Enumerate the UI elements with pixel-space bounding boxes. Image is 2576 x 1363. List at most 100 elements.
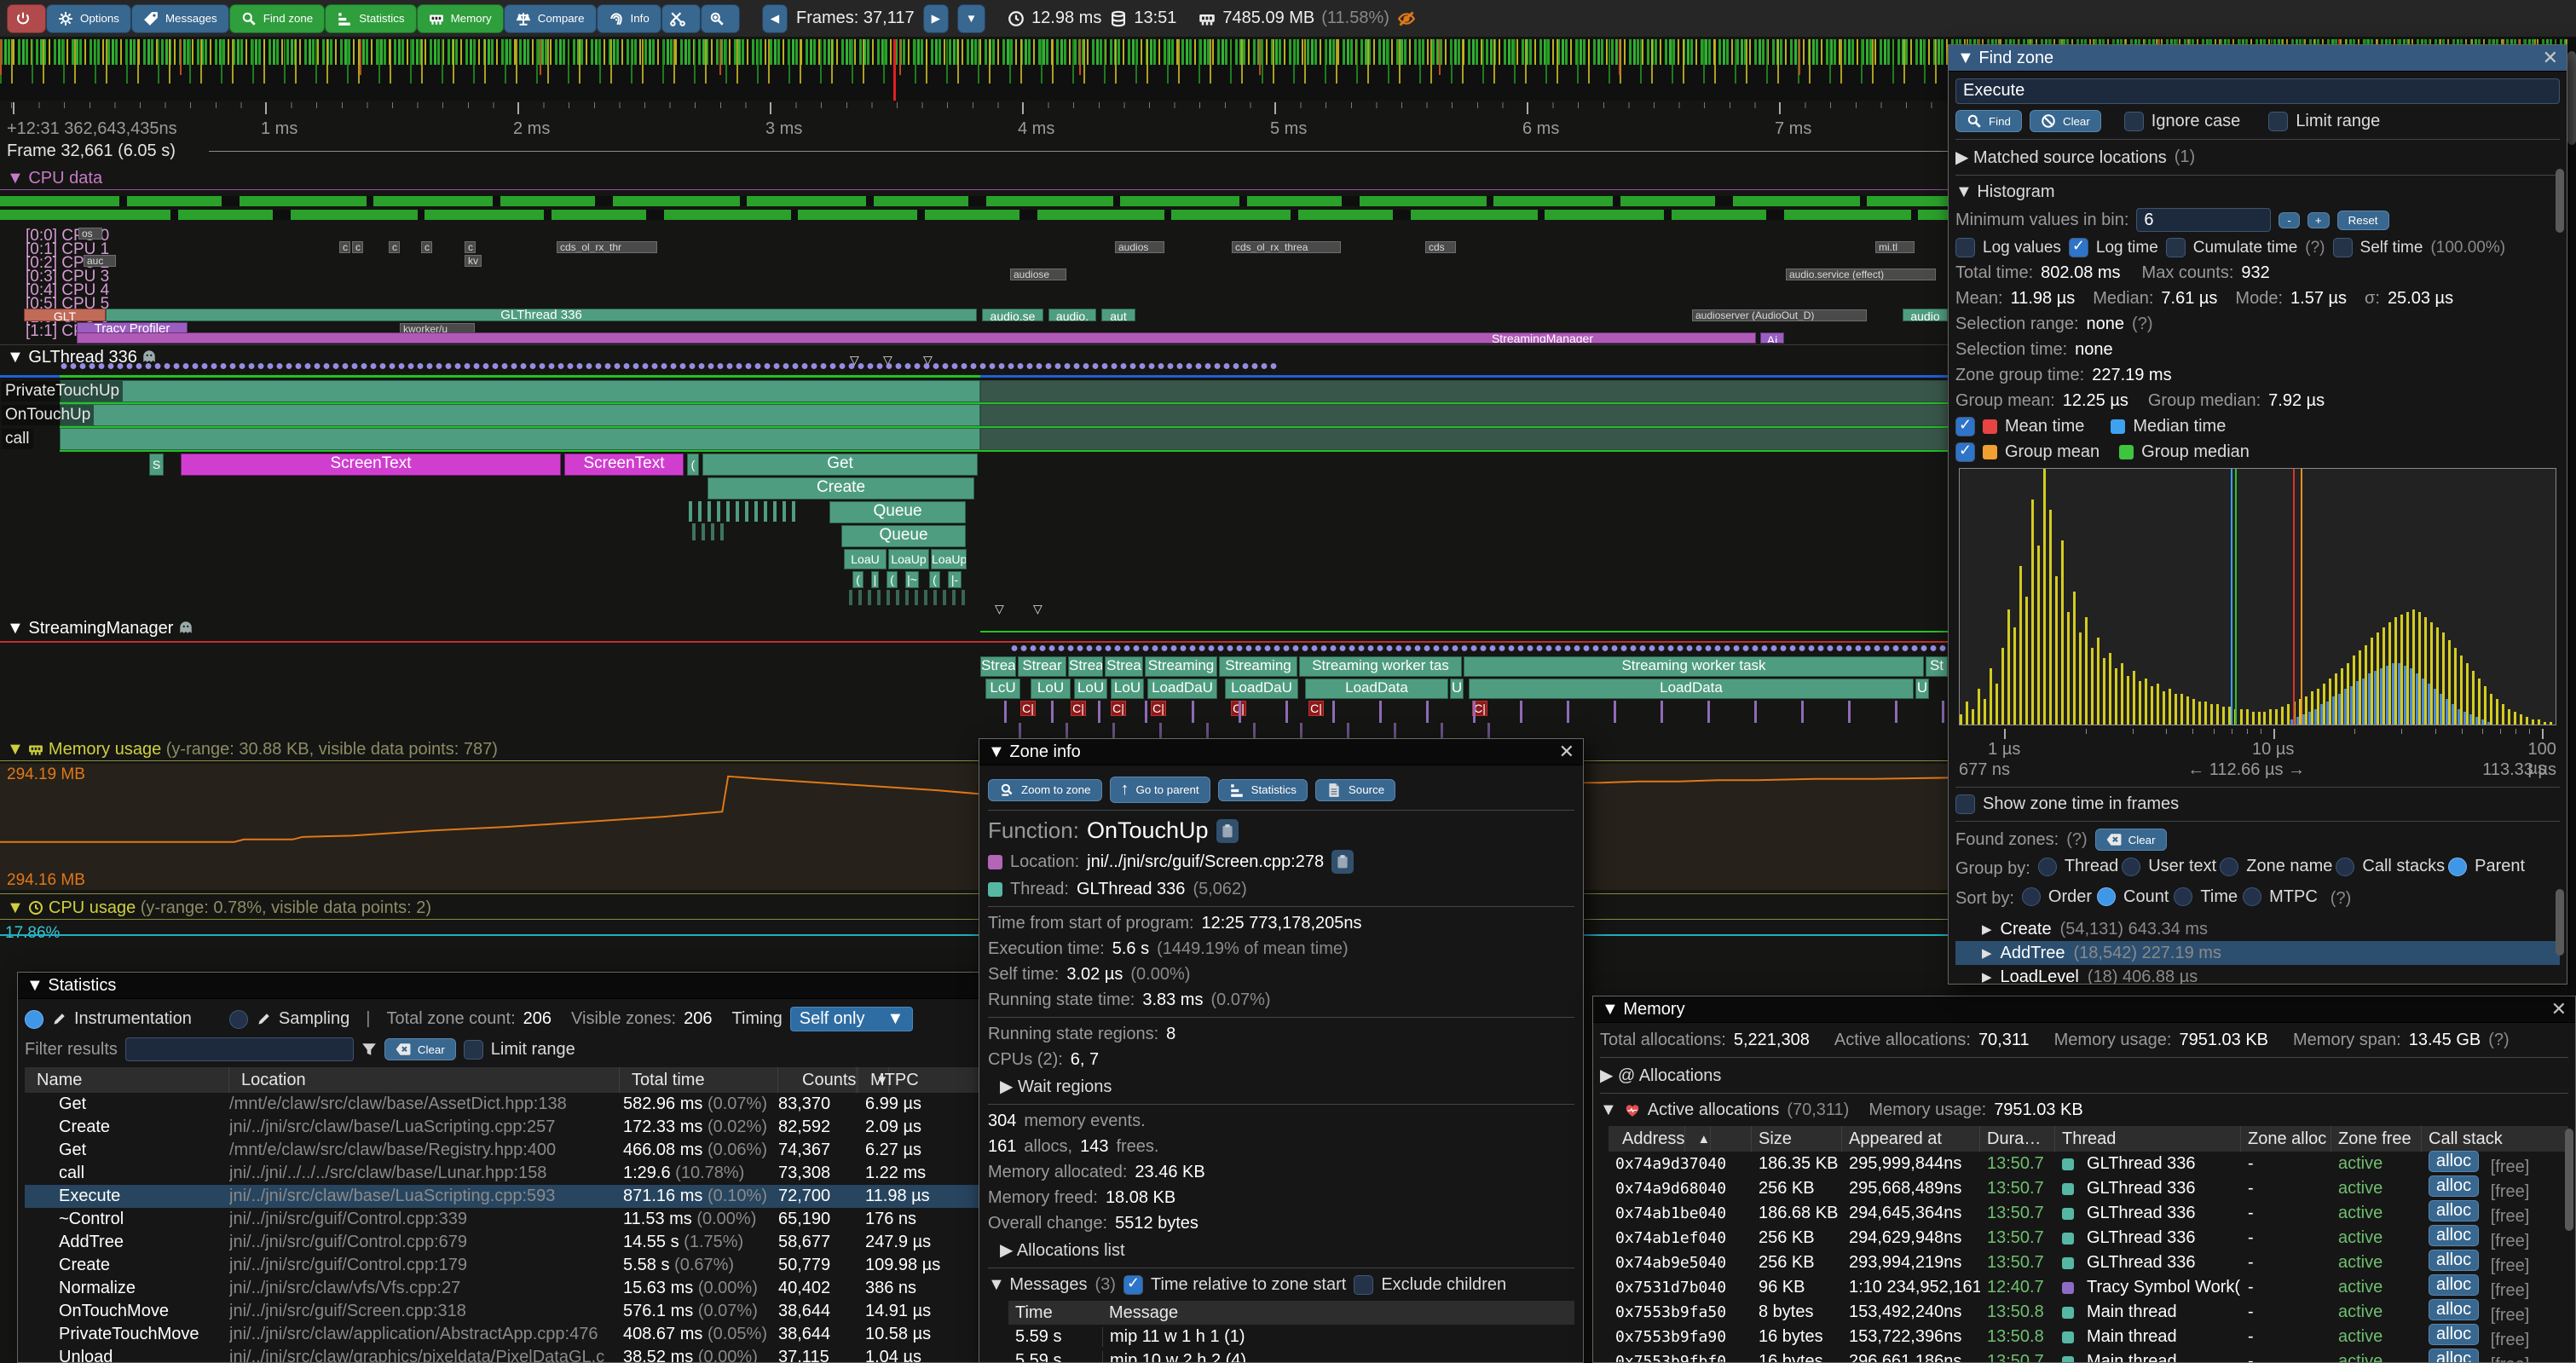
statistics-button[interactable]: Statistics xyxy=(1218,779,1308,801)
find-button[interactable]: Find xyxy=(1955,110,2022,132)
log-time-checkbox[interactable] xyxy=(2069,238,2088,257)
allocation-row[interactable]: 0x7531d7b040 96 KB 1:10 234,952,161 12:4… xyxy=(1609,1275,2568,1300)
zone-bar[interactable] xyxy=(60,404,980,426)
cpu-zone-chip[interactable]: auc xyxy=(84,255,116,267)
cpu-zone-bar[interactable]: GLT xyxy=(24,309,106,321)
cpu-usage-header[interactable]: ▼ CPU usage (y-range: 0.78%, visible dat… xyxy=(7,898,431,918)
zone-bar[interactable]: | xyxy=(871,571,879,588)
filter-input[interactable] xyxy=(125,1037,354,1061)
source-button[interactable]: Source xyxy=(1315,779,1395,801)
cpu-zone-chip[interactable]: c xyxy=(389,241,400,253)
memory-button[interactable]: Memory xyxy=(417,4,504,33)
AddTree[interactable]: AddTree jni/../jni/src/guif/Control.cpp:… xyxy=(25,1231,996,1254)
limit-range-checkbox[interactable] xyxy=(2268,112,2288,131)
~Control[interactable]: ~Control jni/../jni/src/guif/Control.cpp… xyxy=(25,1208,996,1231)
allocations-list-toggle[interactable]: ▶ Allocations list xyxy=(988,1239,1574,1261)
clear-button[interactable]: Clear xyxy=(2030,110,2101,132)
message-row[interactable]: 5.59 smip 11 w 1 h 1 (1) xyxy=(1008,1325,1574,1349)
memory-usage-plot[interactable] xyxy=(0,764,1952,890)
active-allocations-toggle[interactable]: ▼ Active allocations(70,311) Memory usag… xyxy=(1600,1100,2568,1120)
zone-bar[interactable]: |- xyxy=(948,571,962,588)
histogram-toggle[interactable]: ▼ Histogram xyxy=(1955,182,2560,202)
message-marker[interactable]: ▽ xyxy=(1033,602,1043,616)
cpu-zone-chip[interactable]: c xyxy=(421,241,432,253)
streaming-zone-bar[interactable]: U xyxy=(1915,679,1929,699)
Unload[interactable]: Unload jni/../jni/src/claw/graphics/pixe… xyxy=(25,1346,996,1363)
cpu-zone-bar[interactable]: StreamingManager xyxy=(77,332,1756,344)
sort-by-radio[interactable]: Count xyxy=(2097,887,2169,907)
Get[interactable]: Get /mnt/e/claw/src/claw/base/Registry.h… xyxy=(25,1139,996,1162)
statistics-button[interactable]: Statistics xyxy=(325,4,416,33)
matched-locations-toggle[interactable]: ▶ Matched source locations(1) xyxy=(1955,147,2560,168)
goto-frame-button[interactable]: ▼ xyxy=(957,4,985,33)
memory-usage-header[interactable]: ▼ Memory usage (y-range: 30.88 KB, visib… xyxy=(7,740,498,759)
next-frame-button[interactable]: ▶ xyxy=(923,4,949,33)
cpu-zone-chip[interactable]: audiose xyxy=(1010,269,1066,280)
OnTouchMove[interactable]: OnTouchMove jni/../jni/src/guif/Screen.c… xyxy=(25,1300,996,1323)
core-activity-strip[interactable] xyxy=(0,210,1948,220)
alloc-zone-link[interactable]: alloc xyxy=(2429,1299,2479,1320)
memory-titlebar[interactable]: ▼ Memory✕ xyxy=(1593,996,2575,1023)
group-by-radio[interactable]: Parent xyxy=(2448,857,2525,876)
Create[interactable]: Create jni/../jni/src/claw/base/LuaScrip… xyxy=(25,1116,996,1139)
zone-bar[interactable]: ( xyxy=(887,571,898,588)
reset-button[interactable]: Reset xyxy=(2337,211,2389,230)
decrease-button[interactable]: - xyxy=(2279,212,2299,228)
timing-dropdown[interactable]: Self only▼ xyxy=(790,1007,914,1031)
exclude-children-checkbox[interactable] xyxy=(1354,1275,1373,1295)
zone-bar[interactable]: Get xyxy=(702,453,978,476)
zone-bar[interactable]: LoaUp xyxy=(888,549,929,569)
search-input[interactable]: Execute xyxy=(1955,78,2560,104)
call[interactable]: call jni/../jni/../../../src/claw/base/L… xyxy=(25,1162,996,1185)
streaming-zone-bar[interactable]: U xyxy=(1450,679,1464,699)
scrollbar[interactable] xyxy=(2556,169,2564,233)
statistics-titlebar[interactable]: ▼ Statistics✕ xyxy=(18,973,1002,999)
allocation-row[interactable]: 0x74a9d68040 256 KB 295,668,489ns 13:50.… xyxy=(1609,1176,2568,1201)
group-legend-checkbox[interactable] xyxy=(1955,442,1975,462)
streaming-zone-bar[interactable]: Strear xyxy=(1018,656,1066,677)
zone-bar[interactable]: ScreenText xyxy=(564,453,684,476)
clear-found-button[interactable]: Clear xyxy=(2095,829,2167,851)
message-row[interactable]: 5.59 smip 10 w 2 h 2 (4) xyxy=(1008,1349,1574,1363)
cpu-zone-chip[interactable]: mi.tl xyxy=(1875,241,1915,253)
ignore-case-checkbox[interactable] xyxy=(2124,112,2144,131)
Create[interactable]: ▶ Create (54,131) 643.34 ms xyxy=(1955,917,2560,941)
memory-table-header[interactable]: Address▲ Size Appeared at Dura… Thread Z… xyxy=(1609,1126,2568,1152)
compare-button[interactable]: Compare xyxy=(504,4,597,33)
Create[interactable]: Create jni/../jni/src/guif/Control.cpp:1… xyxy=(25,1254,996,1277)
zone-info-titlebar[interactable]: ▼ Zone info✕ xyxy=(979,739,1583,765)
go-to-parent-button[interactable]: ↑Go to parent xyxy=(1110,777,1210,803)
cpu-zone-chip[interactable]: cds_ol_rx_thr xyxy=(557,241,657,253)
allocation-row[interactable]: 0x74ab9e5040 256 KB 293,994,219ns 13:50.… xyxy=(1609,1250,2568,1275)
power-button[interactable] xyxy=(7,4,46,33)
clear-filter-button[interactable]: Clear xyxy=(384,1038,456,1060)
streaming-zone-bar[interactable]: LoadData xyxy=(1305,679,1448,699)
zone-bar[interactable]: S xyxy=(149,453,164,476)
alloc-zone-link[interactable]: alloc xyxy=(2429,1250,2479,1271)
alloc-zone-link[interactable]: alloc xyxy=(2429,1225,2479,1246)
streaming-zone-bar[interactable]: Streaming worker tas xyxy=(1299,656,1462,677)
streaming-zone-bar[interactable]: Strea xyxy=(1068,656,1103,677)
alloc-zone-link[interactable]: alloc xyxy=(2429,1200,2479,1222)
LoadLevel[interactable]: ▶ LoadLevel (18) 406.88 µs xyxy=(1955,965,2560,985)
mean-legend-checkbox[interactable] xyxy=(1955,417,1975,436)
sort-by-radio[interactable]: MTPC xyxy=(2243,887,2318,907)
tools-button[interactable] xyxy=(661,4,701,33)
copy-button[interactable] xyxy=(1216,819,1239,843)
copy-button[interactable] xyxy=(1331,850,1354,874)
sort-by-radio[interactable]: Time xyxy=(2174,887,2238,907)
streaming-zone-bar[interactable]: Strean xyxy=(980,656,1016,677)
PrivateTouchMove[interactable]: PrivateTouchMove jni/../jni/src/claw/app… xyxy=(25,1323,996,1346)
cpu-zone-chip[interactable]: cds_ol_rx_threa xyxy=(1232,241,1341,253)
cpu-zone-bar[interactable]: audio.se xyxy=(982,309,1043,321)
zone-bar[interactable] xyxy=(980,404,1948,426)
group-by-radio[interactable]: Zone name xyxy=(2220,857,2332,876)
cpu-zone-chip[interactable]: audioserver (AudioOut_D) xyxy=(1692,309,1867,321)
alloc-zone-link[interactable]: alloc xyxy=(2429,1151,2479,1172)
cpu-zone-chip[interactable]: cds xyxy=(1425,241,1456,253)
allocation-row[interactable]: 0x7553b9fbf0 16 bytes 296,661,186ns 13:5… xyxy=(1609,1349,2568,1363)
Normalize[interactable]: Normalize jni/../jni/src/claw/vfs/Vfs.cp… xyxy=(25,1277,996,1300)
allocation-row[interactable]: 0x7553b9fa50 8 bytes 153,492,240ns 13:50… xyxy=(1609,1300,2568,1325)
time-relative-checkbox[interactable] xyxy=(1123,1275,1143,1295)
allocation-row[interactable]: 0x74ab1ef040 256 KB 294,629,948ns 13:50.… xyxy=(1609,1226,2568,1250)
